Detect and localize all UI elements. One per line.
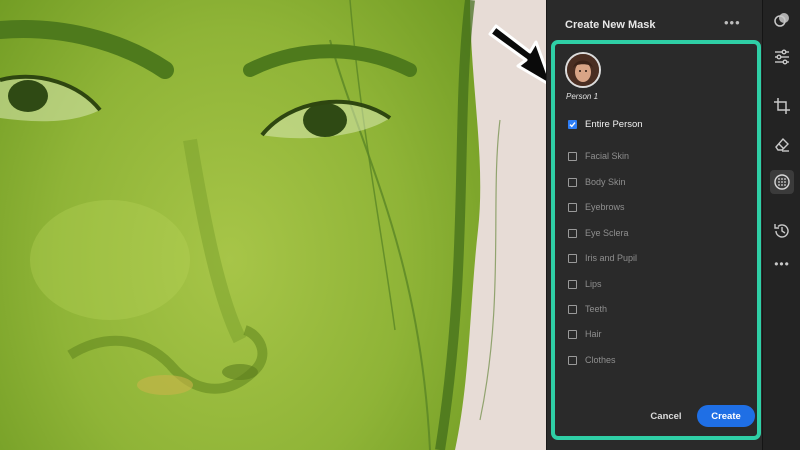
checkbox-icon[interactable] (568, 329, 577, 339)
more-icon-glyph: ••• (774, 257, 790, 271)
more-options-icon[interactable]: ••• (724, 15, 741, 30)
cancel-button[interactable]: Cancel (648, 406, 684, 426)
option-lips[interactable]: Lips (568, 277, 602, 291)
sliders-icon[interactable] (771, 46, 793, 68)
more-icon[interactable]: ••• (771, 253, 793, 275)
option-label: Body Skin (585, 177, 626, 187)
checkbox-icon[interactable] (568, 304, 577, 314)
option-eyebrows[interactable]: Eyebrows (568, 200, 625, 214)
checkbox-icon[interactable] (568, 228, 577, 238)
eraser-icon[interactable] (771, 133, 793, 155)
option-label: Eyebrows (585, 202, 625, 212)
option-label: Facial Skin (585, 151, 630, 161)
checkbox-checked-icon[interactable] (568, 119, 577, 129)
option-label: Teeth (585, 304, 608, 314)
checkbox-icon[interactable] (568, 151, 577, 161)
person-avatar[interactable] (565, 52, 601, 88)
panel-title: Create New Mask (565, 19, 656, 31)
option-hair[interactable]: Hair (568, 327, 602, 341)
option-label: Clothes (585, 355, 616, 365)
checkbox-icon[interactable] (568, 177, 577, 187)
option-label: Eye Sclera (585, 228, 629, 238)
option-label: Lips (585, 279, 602, 289)
option-teeth[interactable]: Teeth (568, 302, 607, 316)
create-button[interactable]: Create (697, 405, 755, 427)
person-thumbnail (567, 54, 599, 86)
masking-icon[interactable] (770, 170, 794, 194)
option-iris-and-pupil[interactable]: Iris and Pupil (568, 251, 637, 265)
checkbox-icon[interactable] (568, 279, 577, 289)
option-label: Hair (585, 329, 602, 339)
history-icon[interactable] (771, 220, 793, 242)
option-label: Iris and Pupil (585, 253, 638, 263)
checkbox-icon[interactable] (568, 202, 577, 212)
checkbox-icon[interactable] (568, 355, 577, 365)
adjust-overlap-icon[interactable] (771, 9, 793, 31)
option-facial-skin[interactable]: Facial Skin (568, 149, 629, 163)
option-eye-sclera[interactable]: Eye Sclera (568, 226, 629, 240)
option-clothes[interactable]: Clothes (568, 353, 616, 367)
person-label: Person 1 (566, 92, 599, 101)
create-mask-panel: Create New Mask ••• Person 1 Entire Pers… (546, 0, 762, 450)
option-entire-person[interactable]: Entire Person (568, 117, 643, 131)
option-body-skin[interactable]: Body Skin (568, 175, 626, 189)
option-label: Entire Person (585, 118, 643, 130)
checkbox-icon[interactable] (568, 253, 577, 263)
masked-portrait (0, 0, 546, 450)
tool-strip: ••• (762, 0, 800, 450)
photo-canvas[interactable] (0, 0, 546, 450)
crop-icon[interactable] (771, 95, 793, 117)
